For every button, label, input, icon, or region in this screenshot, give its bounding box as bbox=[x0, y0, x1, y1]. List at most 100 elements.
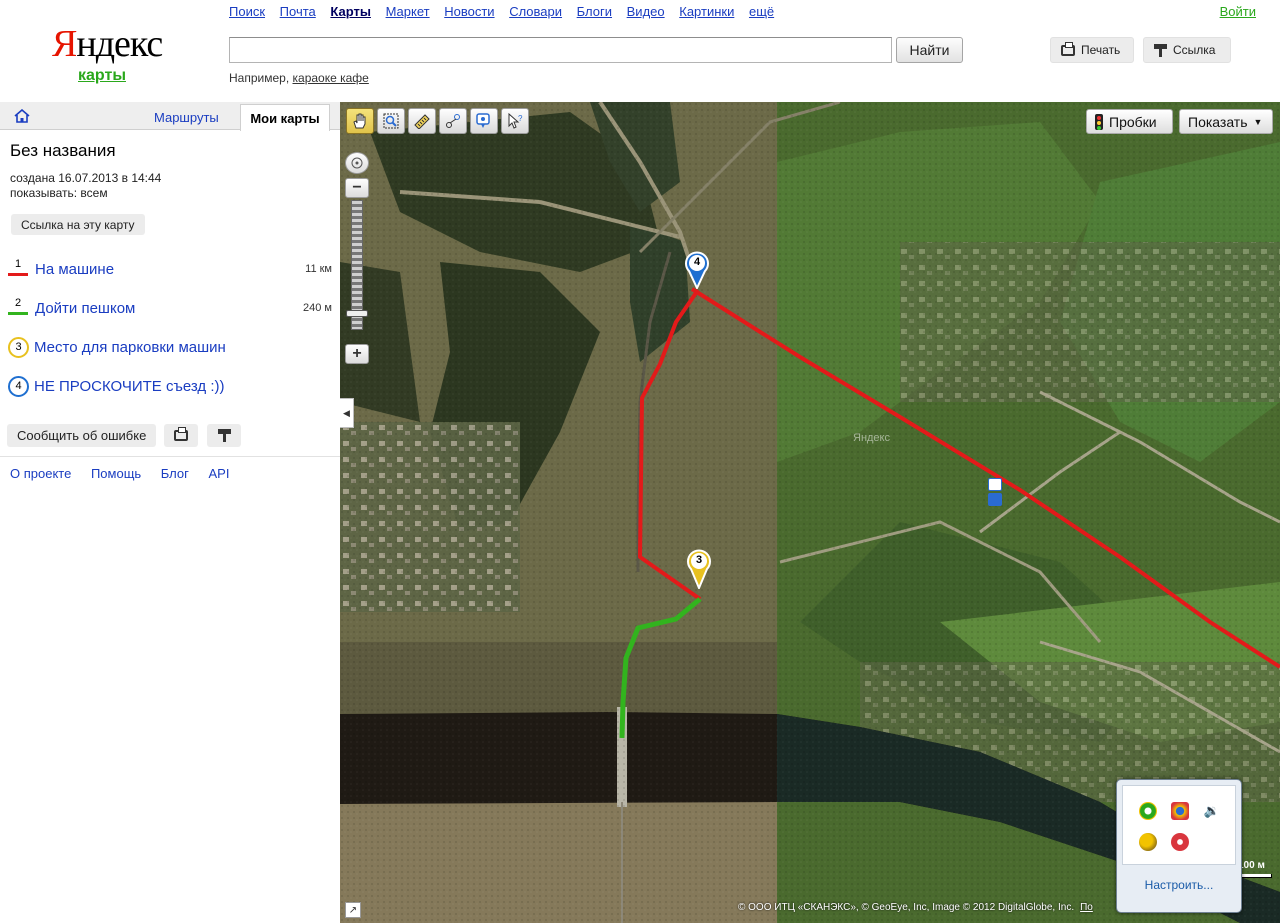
report-error-button[interactable]: Сообщить об ошибке bbox=[7, 424, 157, 447]
show-dropdown-label: Показать bbox=[1188, 113, 1248, 130]
volume-icon[interactable]: 🔉 bbox=[1203, 802, 1221, 820]
footer-link-blog[interactable]: Блог bbox=[161, 466, 189, 481]
sidebar-link-button[interactable] bbox=[207, 424, 241, 447]
object-distance: 11 км bbox=[305, 263, 332, 275]
link-button-label: Ссылка bbox=[1173, 43, 1216, 57]
map-title[interactable]: Без названия bbox=[10, 141, 116, 161]
zoom-area-tool-button[interactable] bbox=[377, 108, 405, 134]
search-example-prefix: Например, bbox=[229, 71, 290, 85]
zoom-out-button[interactable]: − bbox=[345, 178, 369, 198]
service-link-news[interactable]: Новости bbox=[444, 4, 494, 19]
map-created: создана 16.07.2013 в 14:44 bbox=[10, 171, 162, 185]
zoom-area-icon bbox=[383, 113, 399, 129]
search-input[interactable] bbox=[229, 37, 892, 63]
yandex-logo[interactable]: Яндекс карты bbox=[52, 22, 163, 86]
object-label[interactable]: НЕ ПРОСКОЧИТЕ съезд :)) bbox=[34, 378, 332, 395]
line-marker-icon: 2 bbox=[8, 297, 30, 319]
hand-icon bbox=[353, 113, 366, 129]
line-swatch bbox=[8, 312, 28, 315]
footer-link-api[interactable]: API bbox=[209, 466, 230, 481]
terms-link[interactable]: По bbox=[1080, 902, 1093, 913]
route-icon bbox=[446, 114, 460, 128]
footer-link-about[interactable]: О проекте bbox=[10, 466, 71, 481]
footer-links: О проекте Помощь Блог API bbox=[10, 466, 245, 481]
map-copyright: © ООО ИТЦ «СКАНЭКС», © GeoEye, Inc, Imag… bbox=[738, 902, 1093, 913]
placemark-tool-button[interactable] bbox=[470, 108, 498, 134]
expand-map-icon[interactable]: ↗ bbox=[345, 902, 361, 918]
object-distance: 240 м bbox=[303, 302, 332, 314]
list-item[interactable]: 1 На машине 11 км bbox=[8, 258, 332, 280]
chevron-down-icon: ▼ bbox=[1253, 116, 1263, 127]
link-pin-icon bbox=[1154, 43, 1167, 57]
show-layers-dropdown[interactable]: Показать ▼ bbox=[1179, 109, 1273, 134]
map-meta: создана 16.07.2013 в 14:44 показывать: в… bbox=[10, 171, 161, 201]
placemark-icon bbox=[476, 113, 490, 128]
traffic-button[interactable]: Пробки bbox=[1086, 109, 1173, 134]
object-label[interactable]: Дойти пешком bbox=[35, 300, 303, 317]
placemark-3[interactable]: 3 bbox=[685, 547, 713, 591]
placemark-icon: 3 bbox=[8, 336, 29, 358]
footer-link-help[interactable]: Помощь bbox=[91, 466, 141, 481]
ruler-icon bbox=[414, 114, 430, 129]
services-nav: Поиск Почта Карты Маркет Новости Словари… bbox=[229, 4, 785, 19]
info-tool-button[interactable]: ? bbox=[501, 108, 529, 134]
service-link-search[interactable]: Поиск bbox=[229, 4, 265, 19]
placemark-4[interactable]: 4 bbox=[683, 249, 711, 291]
service-link-more[interactable]: ещё bbox=[749, 4, 774, 19]
search-example: Например, караоке кафе bbox=[229, 71, 369, 85]
object-number: 1 bbox=[14, 258, 22, 270]
tray-app-icon-1[interactable] bbox=[1139, 802, 1157, 820]
zoom-in-button[interactable]: + bbox=[345, 344, 369, 364]
tab-routes[interactable]: Маршруты bbox=[154, 110, 219, 125]
recenter-button[interactable] bbox=[345, 152, 369, 174]
line-marker-icon: 1 bbox=[8, 258, 30, 280]
service-link-images[interactable]: Картинки bbox=[679, 4, 734, 19]
tray-app-icon-4[interactable] bbox=[1171, 833, 1189, 851]
service-link-dictionaries[interactable]: Словари bbox=[509, 4, 562, 19]
route-tool-button[interactable] bbox=[439, 108, 467, 134]
service-name-link[interactable]: карты bbox=[52, 66, 152, 86]
ruler-tool-button[interactable] bbox=[408, 108, 436, 134]
scale-bar bbox=[1240, 874, 1272, 878]
map-link-button[interactable]: Ссылка на эту карту bbox=[11, 214, 145, 235]
printer-icon bbox=[174, 427, 188, 441]
copyright-text: © ООО ИТЦ «СКАНЭКС», © GeoEye, Inc, Imag… bbox=[738, 902, 1075, 913]
scale-label: 100 м bbox=[1238, 860, 1265, 871]
logo-wordmark[interactable]: Яндекс bbox=[52, 22, 163, 66]
home-icon[interactable] bbox=[14, 109, 30, 123]
traffic-button-label: Пробки bbox=[1109, 113, 1157, 130]
object-label[interactable]: На машине bbox=[35, 261, 305, 278]
object-number: 2 bbox=[14, 297, 22, 309]
traffic-light-icon bbox=[1095, 113, 1103, 130]
system-tray-popup: 🔉 Настроить... bbox=[1116, 779, 1242, 913]
logo-first-letter: Я bbox=[52, 23, 77, 65]
service-link-mail[interactable]: Почта bbox=[280, 4, 316, 19]
tray-app-icon-2[interactable] bbox=[1171, 802, 1189, 820]
service-link-maps[interactable]: Карты bbox=[330, 4, 371, 19]
placemark-number: 4 bbox=[693, 256, 701, 268]
zoom-slider-thumb[interactable] bbox=[346, 310, 368, 317]
link-button[interactable]: Ссылка bbox=[1143, 37, 1231, 63]
bus-stop-icon[interactable] bbox=[988, 478, 1002, 508]
list-item[interactable]: 3 Место для парковки машин bbox=[8, 336, 332, 358]
tray-app-icon-3[interactable] bbox=[1139, 833, 1157, 851]
list-item[interactable]: 4 НЕ ПРОСКОЧИТЕ съезд :)) bbox=[8, 375, 332, 397]
print-button-label: Печать bbox=[1081, 43, 1121, 57]
service-link-blogs[interactable]: Блоги bbox=[577, 4, 612, 19]
object-label[interactable]: Место для парковки машин bbox=[34, 339, 332, 356]
placemark-pin-icon bbox=[685, 251, 709, 291]
collapse-sidebar-handle[interactable]: ◀ bbox=[340, 398, 354, 428]
sidebar-print-button[interactable] bbox=[164, 424, 198, 447]
print-button[interactable]: Печать bbox=[1050, 37, 1134, 63]
search-button[interactable]: Найти bbox=[896, 37, 963, 63]
service-link-market[interactable]: Маркет bbox=[386, 4, 430, 19]
tab-my-maps[interactable]: Мои карты bbox=[240, 104, 330, 131]
service-link-video[interactable]: Видео bbox=[627, 4, 665, 19]
placemark-number: 3 bbox=[695, 554, 703, 566]
tray-customize-link[interactable]: Настроить... bbox=[1117, 878, 1241, 892]
search-example-query[interactable]: караоке кафе bbox=[293, 71, 369, 85]
hand-tool-button[interactable] bbox=[346, 108, 374, 134]
list-item[interactable]: 2 Дойти пешком 240 м bbox=[8, 297, 332, 319]
zoom-control: − + bbox=[345, 152, 369, 368]
login-link[interactable]: Войти bbox=[1220, 4, 1256, 19]
